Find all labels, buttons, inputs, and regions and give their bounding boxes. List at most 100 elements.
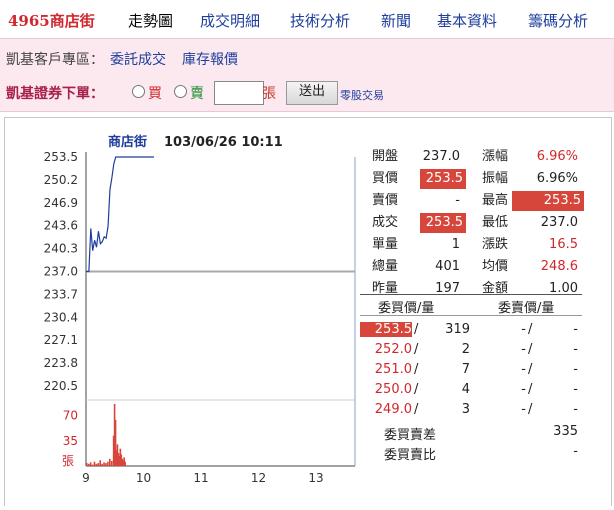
chart-title: 商店街 bbox=[108, 134, 147, 150]
quote-label: 單量 bbox=[372, 237, 399, 252]
quote-value: 16.5 bbox=[549, 237, 578, 252]
quote-label: 振幅 bbox=[482, 171, 509, 186]
bid-separator: / bbox=[414, 382, 419, 397]
quote-value: 237.0 bbox=[540, 215, 578, 230]
order-book: 委買價/量 委賣價/量 253.5/319- / -252.0/2- / -251.0/… bbox=[360, 294, 582, 464]
ask-price: - bbox=[521, 402, 526, 417]
volume-bar bbox=[95, 463, 98, 466]
ask-price: - bbox=[521, 382, 526, 397]
price-tick-label: 230.4 bbox=[44, 310, 78, 324]
volume-tick-label: 70 bbox=[63, 409, 78, 423]
bid-price: 252.0 bbox=[374, 342, 412, 357]
price-tick-label: 237.0 bbox=[44, 265, 78, 279]
quote-value: 253.5 bbox=[420, 169, 466, 189]
quote-value: 6.96% bbox=[536, 171, 578, 186]
quote-value: 253.5 bbox=[512, 191, 584, 211]
quote-row: 買價 253.5 振幅 6.96% bbox=[360, 169, 582, 189]
order-book-row: 253.5/319- / - bbox=[360, 320, 582, 340]
time-tick-label: 12 bbox=[251, 471, 266, 485]
bid-qty: 7 bbox=[461, 362, 470, 377]
volume-bar bbox=[103, 462, 105, 466]
order-book-row: 251.0/7- / - bbox=[360, 360, 582, 380]
ask-price: - bbox=[521, 362, 526, 377]
bid-price: 249.0 bbox=[374, 402, 412, 417]
bid-separator: / bbox=[414, 402, 419, 417]
quote-label: 總量 bbox=[372, 259, 399, 274]
price-line bbox=[86, 156, 155, 273]
quote-value: 237.0 bbox=[422, 149, 460, 164]
quote-label: 買價 bbox=[372, 171, 399, 186]
time-tick-label: 9 bbox=[82, 471, 90, 485]
bid-price: 250.0 bbox=[374, 382, 412, 397]
volume-bar bbox=[93, 461, 96, 466]
bid-qty: 4 bbox=[461, 382, 470, 397]
quote-value: 248.6 bbox=[540, 259, 578, 274]
page: 4965商店街 走勢圖 成交明細 技術分析 新聞 基本資料 籌碼分析 凱基客戶專… bbox=[0, 0, 614, 510]
quote-value: 1 bbox=[451, 237, 460, 252]
quote-label: 成交 bbox=[372, 215, 399, 230]
bid-separator: / bbox=[414, 342, 419, 357]
time-tick-label: 11 bbox=[193, 471, 208, 485]
volume-bar bbox=[107, 461, 109, 466]
diff-value: 335 bbox=[553, 424, 578, 439]
quote-row: 成交 253.5 最低 237.0 bbox=[360, 213, 582, 233]
volume-bar bbox=[87, 463, 90, 466]
bid-qty: 319 bbox=[445, 322, 470, 337]
ask-qty: - bbox=[573, 402, 578, 417]
bid-ask-ratio-row: 委買賣比 - bbox=[360, 442, 582, 463]
ratio-label: 委買賣比 bbox=[384, 448, 437, 463]
price-tick-label: 240.3 bbox=[44, 242, 78, 256]
volume-bar bbox=[86, 463, 88, 466]
bid-qty: 2 bbox=[461, 342, 470, 357]
quote-value: - bbox=[455, 193, 460, 208]
bid-separator: / bbox=[414, 362, 419, 377]
volume-bar bbox=[109, 458, 111, 466]
price-tick-label: 233.7 bbox=[44, 287, 78, 301]
bid-price: 253.5 bbox=[360, 322, 412, 337]
quote-row: 賣價 - 最高 253.5 bbox=[360, 191, 584, 211]
bid-ask-diff-row: 委買賣差 335 bbox=[360, 422, 582, 443]
volume-bar bbox=[99, 460, 102, 466]
quote-row: 開盤 237.0 漲幅 6.96% bbox=[360, 147, 582, 167]
price-tick-label: 223.8 bbox=[44, 356, 78, 370]
quote-value: 6.96% bbox=[536, 149, 578, 164]
volume-tick-label: 35 bbox=[63, 434, 78, 448]
ask-qty: - bbox=[573, 382, 578, 397]
bid-separator: / bbox=[414, 322, 419, 337]
quote-label: 最低 bbox=[482, 215, 509, 230]
price-tick-label: 220.5 bbox=[44, 379, 78, 393]
bid-price: 251.0 bbox=[374, 362, 412, 377]
chart-datetime: 103/06/26 10:11 bbox=[164, 135, 283, 150]
price-tick-label: 253.5 bbox=[44, 150, 78, 164]
bid-header: 委買價/量 bbox=[378, 301, 435, 316]
time-tick-label: 13 bbox=[308, 471, 323, 485]
price-tick-label: 246.9 bbox=[44, 196, 78, 210]
volume-bar bbox=[91, 464, 94, 466]
quote-label: 最高 bbox=[482, 193, 509, 208]
diff-label: 委買賣差 bbox=[384, 428, 437, 443]
quote-row: 單量 1 漲跌 16.5 bbox=[360, 235, 582, 255]
volume-bar bbox=[97, 463, 100, 466]
price-tick-label: 243.6 bbox=[44, 219, 78, 233]
ask-price: - bbox=[521, 342, 526, 357]
volume-bar bbox=[124, 461, 126, 466]
price-tick-label: 250.2 bbox=[44, 173, 78, 187]
time-tick-label: 10 bbox=[136, 471, 151, 485]
ask-qty: - bbox=[573, 342, 578, 357]
quote-label: 賣價 bbox=[372, 193, 399, 208]
quote-label: 漲跌 bbox=[482, 237, 509, 252]
quote-value: 401 bbox=[435, 259, 460, 274]
ask-qty: - bbox=[573, 322, 578, 337]
quote-value: 253.5 bbox=[420, 213, 466, 233]
quote-label: 均價 bbox=[482, 259, 509, 274]
quote-label: 漲幅 bbox=[482, 149, 509, 164]
quote-row: 總量 401 均價 248.6 bbox=[360, 257, 582, 277]
volume-bar bbox=[101, 463, 103, 466]
volume-unit-label: 張 bbox=[62, 454, 74, 468]
price-tick-label: 227.1 bbox=[44, 333, 78, 347]
order-book-row: 252.0/2- / - bbox=[360, 340, 582, 360]
volume-bar bbox=[89, 462, 92, 466]
volume-bar bbox=[105, 463, 107, 466]
bid-qty: 3 bbox=[461, 402, 470, 417]
order-book-row: 250.0/4- / - bbox=[360, 380, 582, 400]
